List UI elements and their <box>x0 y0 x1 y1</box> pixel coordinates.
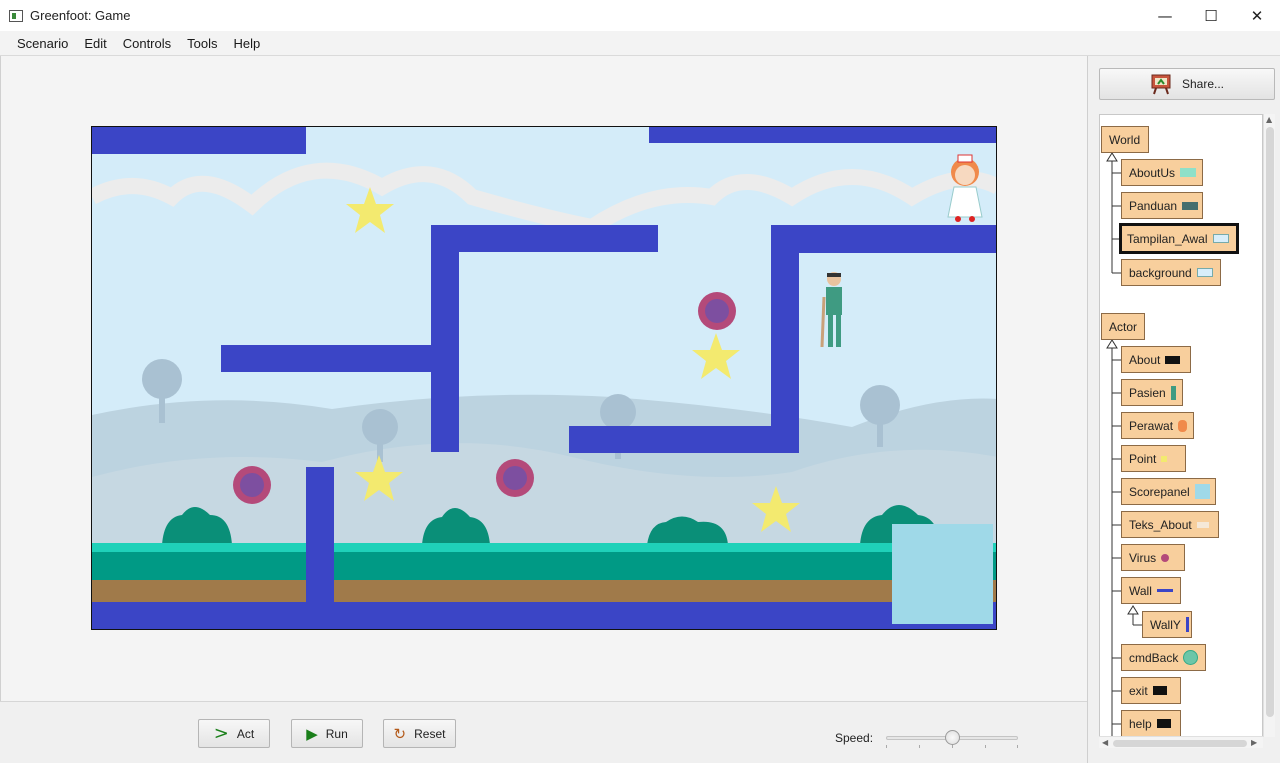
menu-controls[interactable]: Controls <box>115 36 179 51</box>
execution-controls: > Act ▶ Run ↻ Reset Speed: <box>0 701 1087 763</box>
point-thumbnail-icon <box>1161 455 1168 462</box>
slider-tick <box>886 745 887 748</box>
exit-thumbnail-icon <box>1152 686 1167 695</box>
title-bar: Greenfoot: Game — ☐ ✕ <box>0 0 1280 31</box>
class-aboutus-label: AboutUs <box>1129 165 1176 180</box>
wally-thumbnail-icon <box>1185 617 1189 632</box>
wall-thumbnail-icon <box>1156 589 1173 592</box>
reset-label: Reset <box>414 726 446 741</box>
maximize-button[interactable]: ☐ <box>1188 0 1234 31</box>
close-button[interactable]: ✕ <box>1234 0 1280 31</box>
class-perawat-label: Perawat <box>1129 418 1174 433</box>
class-perawat[interactable]: Perawat <box>1121 412 1194 439</box>
class-tampilan-awal[interactable]: Tampilan_Awal <box>1119 223 1239 254</box>
class-tree-horizontal-scrollbar[interactable]: ◀ ▶ <box>1099 736 1263 748</box>
class-tampilan-awal-label: Tampilan_Awal <box>1127 231 1208 246</box>
class-about[interactable]: About <box>1121 346 1191 373</box>
share-label: Share... <box>1181 77 1225 91</box>
class-pasien[interactable]: Pasien <box>1121 379 1183 406</box>
class-scorepanel-label: Scorepanel <box>1129 484 1190 499</box>
class-teks-about[interactable]: Teks_About <box>1121 511 1219 538</box>
class-virus-label: Virus <box>1129 550 1157 565</box>
act-icon: > <box>213 723 229 744</box>
minimize-button[interactable]: — <box>1142 0 1188 31</box>
scorepanel-thumbnail-icon <box>1194 484 1210 499</box>
aboutus-thumbnail-icon <box>1180 168 1197 177</box>
slider-tick <box>952 745 953 748</box>
class-point[interactable]: Point <box>1121 445 1186 472</box>
class-wall-label: Wall <box>1129 583 1152 598</box>
menu-scenario[interactable]: Scenario <box>9 36 76 51</box>
class-wall[interactable]: Wall <box>1121 577 1181 604</box>
menu-bar: Scenario Edit Controls Tools Help <box>0 31 1280 56</box>
slider-tick <box>985 745 986 748</box>
scorepanel <box>892 524 993 624</box>
class-pasien-label: Pasien <box>1129 385 1166 400</box>
tampilan-awal-thumbnail-icon <box>1212 234 1229 243</box>
speed-slider[interactable] <box>886 729 1018 748</box>
class-tree-vertical-scrollbar[interactable]: ▲ <box>1263 114 1275 737</box>
class-panduan-label: Panduan <box>1129 198 1178 213</box>
class-background[interactable]: background <box>1121 259 1221 286</box>
scroll-left-icon[interactable]: ◀ <box>1102 738 1108 747</box>
class-about-label: About <box>1129 352 1161 367</box>
world-scene <box>92 127 996 629</box>
scroll-up-icon[interactable]: ▲ <box>1266 115 1272 124</box>
class-scorepanel[interactable]: Scorepanel <box>1121 478 1216 505</box>
speed-slider-thumb[interactable] <box>944 730 960 745</box>
help-thumbnail-icon <box>1156 719 1171 728</box>
background-thumbnail-icon <box>1196 268 1213 277</box>
about-thumbnail-icon <box>1165 355 1181 364</box>
world-canvas[interactable] <box>91 126 997 630</box>
class-exit-label: exit <box>1129 683 1148 698</box>
class-virus[interactable]: Virus <box>1121 544 1185 571</box>
class-background-label: background <box>1129 265 1192 280</box>
run-icon: ▶ <box>306 724 318 743</box>
class-cmdback-label: cmdBack <box>1129 650 1179 665</box>
class-point-label: Point <box>1129 451 1157 466</box>
share-button[interactable]: Share... <box>1099 68 1275 100</box>
virus-thumbnail-icon <box>1161 553 1170 562</box>
reset-button[interactable]: ↻ Reset <box>383 719 456 748</box>
class-help-label: help <box>1129 716 1152 731</box>
class-exit[interactable]: exit <box>1121 677 1181 704</box>
vertical-scroll-thumb[interactable] <box>1266 127 1274 717</box>
menu-edit[interactable]: Edit <box>76 36 114 51</box>
act-button[interactable]: > Act <box>198 719 270 748</box>
window-controls: — ☐ ✕ <box>1142 0 1280 31</box>
run-button[interactable]: ▶ Run <box>291 719 363 748</box>
class-wally[interactable]: WallY <box>1142 611 1192 638</box>
class-help[interactable]: help <box>1121 710 1181 736</box>
menu-tools[interactable]: Tools <box>179 36 225 51</box>
class-aboutus[interactable]: AboutUs <box>1121 159 1203 186</box>
class-world-label: World <box>1109 132 1141 147</box>
class-panduan[interactable]: Panduan <box>1121 192 1203 219</box>
class-cmdback[interactable]: cmdBack <box>1121 644 1206 671</box>
act-label: Act <box>236 726 255 741</box>
slider-tick <box>919 745 920 748</box>
run-label: Run <box>325 726 348 741</box>
class-actor-label: Actor <box>1109 319 1138 334</box>
greenfoot-app-icon <box>9 9 23 22</box>
class-tree: World AboutUs Panduan Tampilan_Awal back… <box>1099 114 1263 737</box>
window-title: Greenfoot: Game <box>30 8 131 23</box>
slider-tick <box>1017 745 1018 748</box>
pasien-thumbnail-icon <box>1170 385 1176 400</box>
horizontal-scroll-thumb[interactable] <box>1113 740 1247 747</box>
cmdback-thumbnail-icon <box>1183 650 1199 665</box>
class-panel: Share... World AboutUs Panduan Tampilan_… <box>1088 56 1280 763</box>
class-world[interactable]: World <box>1101 126 1149 153</box>
menu-help[interactable]: Help <box>226 36 269 51</box>
class-wally-label: WallY <box>1150 617 1181 632</box>
teks-about-thumbnail-icon <box>1196 521 1209 528</box>
perawat-thumbnail-icon <box>1178 419 1188 432</box>
class-actor[interactable]: Actor <box>1101 313 1145 340</box>
reset-icon: ↻ <box>393 724 407 743</box>
scroll-right-icon[interactable]: ▶ <box>1251 738 1257 747</box>
class-teks-about-label: Teks_About <box>1129 517 1192 532</box>
panduan-thumbnail-icon <box>1182 201 1199 210</box>
share-icon <box>1151 74 1171 95</box>
speed-label: Speed: <box>835 731 874 745</box>
